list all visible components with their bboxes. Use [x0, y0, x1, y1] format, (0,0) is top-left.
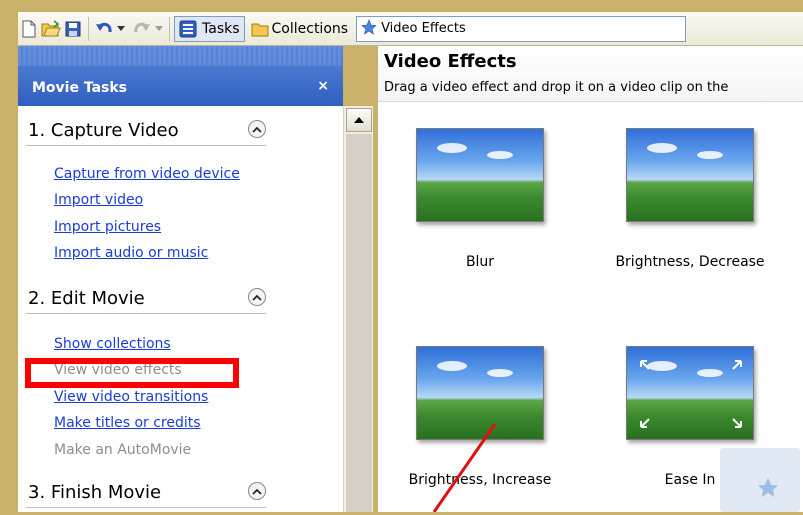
redo-dropdown-icon[interactable] — [153, 16, 165, 42]
collection-pane: Video Effects Drag a video effect and dr… — [378, 46, 803, 512]
section-title: 3. Finish Movie — [28, 482, 162, 503]
toolbar-separator — [169, 16, 170, 41]
movie-tasks-pane: Movie Tasks × 1. Capture Video Capture f… — [18, 46, 343, 512]
task-link-make-automovie[interactable]: Make an AutoMovie — [54, 442, 191, 458]
task-link-view-video-transitions[interactable]: View video transitions — [54, 389, 208, 405]
effect-tile-blur[interactable]: Blur — [378, 102, 548, 272]
collapse-chevron-icon[interactable] — [248, 120, 266, 138]
task-pane-scrollbar[interactable] — [343, 106, 373, 512]
task-link-import-audio[interactable]: Import audio or music — [54, 245, 208, 261]
task-link-import-pictures[interactable]: Import pictures — [54, 219, 161, 235]
watermark-logo — [720, 448, 800, 512]
undo-dropdown-icon[interactable] — [115, 16, 127, 42]
task-link-make-titles[interactable]: Make titles or credits — [54, 415, 201, 431]
section-title: 1. Capture Video — [28, 120, 179, 141]
scroll-up-icon[interactable] — [346, 108, 372, 132]
tasks-icon — [177, 18, 199, 40]
effect-label: Brightness, Decrease — [615, 254, 765, 270]
task-link-show-collections[interactable]: Show collections — [54, 336, 171, 352]
section-title: 2. Edit Movie — [28, 288, 145, 309]
effect-tile-brightness-increase[interactable]: Brightness, Increase — [378, 320, 551, 490]
collections-button[interactable]: Collections — [245, 16, 349, 42]
open-icon[interactable] — [40, 18, 62, 40]
collections-label: Collections — [271, 20, 349, 37]
annotation-highlight-box — [25, 358, 239, 388]
header-texture — [18, 46, 343, 66]
effect-thumbnail — [626, 346, 754, 440]
redo-icon[interactable] — [131, 18, 153, 40]
task-link-import-video[interactable]: Import video — [54, 192, 143, 208]
collection-dropdown[interactable]: Video Effects — [356, 15, 687, 42]
toolbar-separator — [88, 16, 89, 41]
collapse-chevron-icon[interactable] — [248, 482, 266, 500]
section-finish-movie[interactable]: 3. Finish Movie — [26, 478, 266, 508]
effect-label: Brightness, Increase — [408, 472, 552, 488]
effect-tile-brightness-decrease[interactable]: Brightness, Decrease — [588, 102, 765, 272]
effect-thumbnail — [416, 346, 544, 440]
new-project-icon[interactable] — [18, 18, 40, 40]
task-pane-title: Movie Tasks — [32, 80, 128, 96]
collection-dropdown-value: Video Effects — [381, 21, 466, 36]
collections-folder-icon — [249, 18, 271, 40]
star-icon — [361, 19, 377, 38]
section-edit-movie[interactable]: 2. Edit Movie — [26, 284, 266, 314]
collection-title: Video Effects — [384, 51, 517, 72]
effect-label: Blur — [465, 254, 495, 270]
close-icon[interactable]: × — [317, 78, 329, 94]
save-icon[interactable] — [62, 18, 84, 40]
effect-thumbnail — [416, 128, 544, 222]
undo-icon[interactable] — [93, 18, 115, 40]
task-pane-header: Movie Tasks × — [18, 46, 343, 106]
collection-instructions: Drag a video effect and drop it on a vid… — [384, 80, 729, 95]
toolbar: Tasks Collections Video Effects — [18, 12, 803, 46]
tasks-label: Tasks — [202, 20, 240, 37]
tasks-button[interactable]: Tasks — [174, 15, 245, 42]
scroll-thumb[interactable] — [346, 134, 372, 512]
collapse-chevron-icon[interactable] — [248, 288, 266, 306]
task-link-capture-from-device[interactable]: Capture from video device — [54, 166, 240, 182]
section-capture-video[interactable]: 1. Capture Video — [26, 116, 266, 146]
task-list: 1. Capture Video Capture from video devi… — [18, 106, 338, 512]
effect-thumbnail — [626, 128, 754, 222]
collection-header: Video Effects Drag a video effect and dr… — [378, 46, 803, 102]
